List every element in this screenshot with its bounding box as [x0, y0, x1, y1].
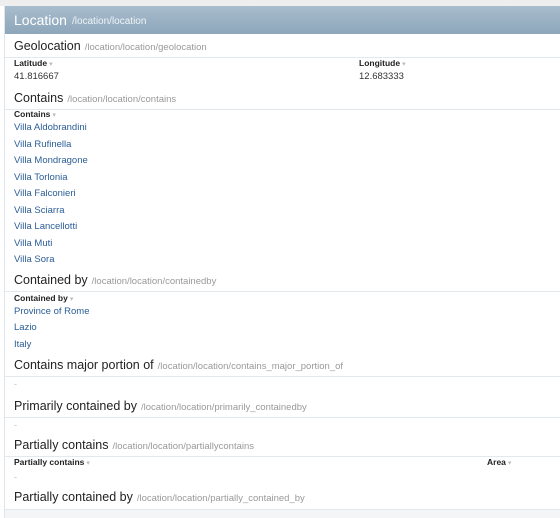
section-path: /location/location/contains_major_portio… — [157, 361, 344, 372]
section-path: /location/location/containedby — [91, 276, 217, 287]
column-header-label: Latitude — [14, 58, 48, 68]
section-path: /location/location/geolocation — [84, 42, 207, 53]
containedby-item-italy[interactable]: Italy — [14, 339, 31, 350]
section-path: /location/location/contains — [67, 94, 177, 105]
containedby-item-province-of-rome[interactable]: Province of Rome — [14, 306, 90, 317]
bottom-border — [5, 509, 560, 518]
contains-item-villa-falconieri[interactable]: Villa Falconieri — [14, 188, 76, 199]
section-geolocation-header: Geolocation /location/location/geolocati… — [5, 36, 560, 58]
column-header-partially-contains[interactable]: Partially contains ▾ — [14, 457, 90, 467]
contains-item-villa-mondragone[interactable]: Villa Mondragone — [14, 155, 88, 166]
section-major-portion-header: Contains major portion of /location/loca… — [5, 355, 560, 377]
sort-caret-icon: ▾ — [69, 296, 74, 303]
sort-caret-icon: ▾ — [86, 460, 90, 467]
contains-item-villa-sciarra[interactable]: Villa Sciarra — [14, 205, 65, 216]
sort-caret-icon: ▾ — [402, 61, 406, 68]
contains-item-villa-sora[interactable]: Villa Sora — [14, 254, 55, 265]
contains-item-villa-aldobrandini[interactable]: Villa Aldobrandini — [14, 122, 87, 133]
contains-item-villa-rufinella[interactable]: Villa Rufinella — [14, 139, 71, 150]
section-path: /location/location/partially_contained_b… — [136, 493, 305, 504]
sort-caret-icon: ▾ — [507, 460, 512, 467]
column-header-contains[interactable]: Contains ▾ — [14, 109, 56, 119]
latitude-value: 41.816667 — [14, 71, 59, 82]
section-title: Contains — [14, 91, 64, 105]
column-header-longitude[interactable]: Longitude ▾ — [359, 58, 406, 68]
section-partially-contains-header: Partially contains /location/location/pa… — [5, 435, 560, 457]
containedby-item-lazio[interactable]: Lazio — [14, 322, 37, 333]
location-panel: Location /location/location Geolocation … — [4, 6, 560, 518]
section-title: Partially contained by — [14, 490, 133, 504]
section-contains-header: Contains /location/location/contains — [5, 88, 560, 110]
longitude-value: 12.683333 — [359, 71, 404, 82]
section-containedby-header: Contained by /location/location/containe… — [5, 270, 560, 292]
column-header-label: Contains — [14, 109, 51, 119]
empty-value: - — [14, 379, 17, 389]
panel-path: /location/location — [71, 15, 147, 27]
section-title: Contains major portion of — [14, 358, 154, 372]
section-title: Contained by — [14, 273, 88, 287]
section-primarily-header: Primarily contained by /location/locatio… — [5, 396, 560, 418]
column-header-area[interactable]: Area ▾ — [487, 457, 511, 467]
sort-caret-icon: ▾ — [49, 61, 53, 68]
contains-item-villa-lancellotti[interactable]: Villa Lancellotti — [14, 221, 77, 232]
contains-item-villa-muti[interactable]: Villa Muti — [14, 238, 52, 249]
sort-caret-icon: ▾ — [52, 112, 56, 119]
empty-value: - — [14, 472, 17, 482]
column-header-latitude[interactable]: Latitude ▾ — [14, 58, 53, 68]
empty-value: - — [14, 420, 17, 430]
contains-item-villa-torlonia[interactable]: Villa Torlonia — [14, 172, 68, 183]
column-header-label: Longitude — [359, 58, 401, 68]
section-path: /location/location/primarily_containedby — [140, 402, 307, 413]
column-header-label: Contained by — [14, 293, 68, 303]
column-header-contained-by[interactable]: Contained by ▾ — [14, 293, 73, 303]
section-path: /location/location/partiallycontains — [112, 441, 255, 452]
section-partially-contained-by-header: Partially contained by /location/locatio… — [5, 487, 560, 509]
panel-header: Location /location/location — [5, 6, 560, 34]
column-header-label: Area — [487, 457, 506, 467]
section-title: Primarily contained by — [14, 399, 137, 413]
column-header-label: Partially contains — [14, 457, 85, 467]
section-title: Partially contains — [14, 438, 109, 452]
section-title: Geolocation — [14, 39, 81, 53]
panel-title: Location — [14, 12, 67, 28]
